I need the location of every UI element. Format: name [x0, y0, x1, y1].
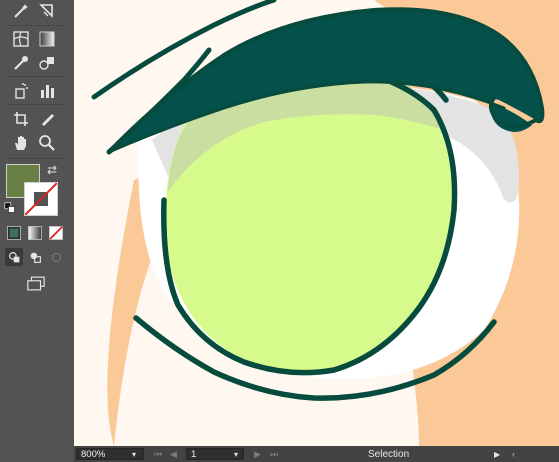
status-menu-arrow-icon[interactable]: ▶: [494, 446, 500, 462]
artboard-dropdown-chevron-down-icon[interactable]: ▾: [234, 446, 238, 462]
status-bar: 800% ▾ ⏮ ◀ 1 ▾ ▶ ⏭ Selection ▶ ‹: [74, 446, 559, 462]
column-graph-icon[interactable]: [36, 80, 58, 102]
hand-icon[interactable]: [10, 132, 32, 154]
blend-icon[interactable]: [36, 52, 58, 74]
screen-mode-icon[interactable]: [24, 274, 48, 292]
default-colors-icon[interactable]: [2, 200, 18, 216]
first-artboard-icon: ⏮: [154, 448, 163, 459]
symbol-sprayer-icon[interactable]: [10, 80, 32, 102]
color-mode-icon[interactable]: [5, 224, 23, 242]
scroll-left-icon[interactable]: ‹: [512, 446, 515, 462]
zoom-icon[interactable]: [36, 132, 58, 154]
tools-panel: ⇄: [0, 0, 75, 446]
draw-behind-icon[interactable]: [26, 248, 44, 266]
swap-colors-icon[interactable]: ⇄: [44, 162, 60, 178]
lasso-icon[interactable]: [36, 0, 58, 22]
last-artboard-icon: ⏭: [270, 448, 279, 459]
mesh-icon[interactable]: [10, 28, 32, 50]
zoom-dropdown-chevron-down-icon[interactable]: ▾: [132, 446, 136, 462]
artboard-number: 1: [191, 448, 197, 460]
gradient-mode-icon[interactable]: [26, 224, 44, 242]
artwork-canvas[interactable]: [74, 0, 559, 446]
draw-normal-icon[interactable]: [5, 248, 23, 266]
stroke-swatch[interactable]: [24, 182, 58, 216]
artboard-icon[interactable]: [10, 108, 32, 130]
gradient-icon[interactable]: [36, 28, 58, 50]
draw-inside-icon: [47, 248, 65, 266]
magic-wand-icon[interactable]: [10, 0, 32, 22]
eyedropper-icon[interactable]: [10, 52, 32, 74]
zoom-value: 800%: [81, 448, 106, 460]
previous-artboard-icon: ◀: [170, 448, 177, 459]
current-tool-label: Selection: [368, 448, 410, 460]
eye-illustration: [74, 0, 559, 446]
none-mode-icon[interactable]: [47, 224, 65, 242]
slice-icon[interactable]: [36, 108, 58, 130]
next-artboard-icon: ▶: [254, 448, 261, 459]
